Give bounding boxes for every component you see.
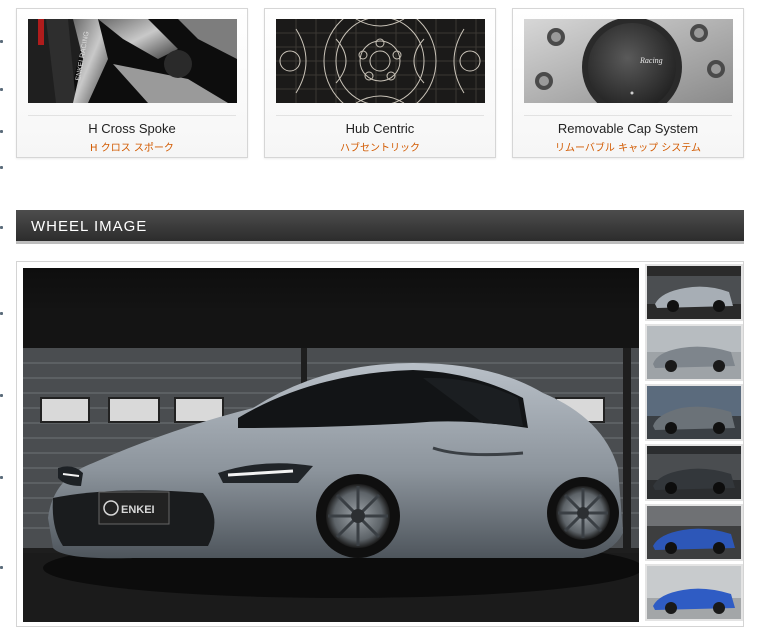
feature-card-h-cross-spoke[interactable]: ENKEI RACING H Cross Spoke H クロス スポーク xyxy=(16,8,248,158)
gallery-thumbnail-3[interactable] xyxy=(645,384,743,441)
feature-title: H Cross Spoke xyxy=(88,121,176,136)
feature-card-removable-cap[interactable]: Racing Removable Cap System リムーバブル キャップ … xyxy=(512,8,744,158)
feature-subtitle-jp: ハブセントリック xyxy=(340,143,420,154)
gallery-thumbnail-2[interactable] xyxy=(645,324,743,381)
card-divider xyxy=(524,115,732,116)
wheel-image-gallery: ENKEI xyxy=(16,261,744,627)
hub-centric-diagram-image xyxy=(276,19,485,103)
gallery-thumbnail-6[interactable] xyxy=(645,564,743,621)
gallery-thumbnail-4[interactable] xyxy=(645,444,743,501)
wheel-image-section-header: WHEEL IMAGE xyxy=(16,210,744,244)
feature-card-hub-centric[interactable]: Hub Centric ハブセントリック xyxy=(264,8,496,158)
feature-subtitle-jp: リムーバブル キャップ システム xyxy=(555,143,701,154)
feature-title: Hub Centric xyxy=(345,121,415,136)
gallery-thumbnail-1[interactable] xyxy=(645,264,743,321)
section-title: WHEEL IMAGE xyxy=(31,218,148,235)
wheel-spoke-closeup-image: ENKEI RACING xyxy=(28,19,237,103)
gallery-thumbnail-5[interactable] xyxy=(645,504,743,561)
cap-logo-text: Racing xyxy=(639,56,663,65)
card-divider xyxy=(28,115,236,116)
feature-subtitle-jp: H クロス スポーク xyxy=(90,143,174,154)
main-gallery-image[interactable]: ENKEI xyxy=(23,268,639,622)
plate-text: ENKEI xyxy=(121,504,155,516)
wheel-center-cap-image: Racing xyxy=(524,19,733,103)
feature-title: Removable Cap System xyxy=(557,121,699,136)
card-divider xyxy=(276,115,484,116)
left-edge-dots xyxy=(0,0,4,627)
